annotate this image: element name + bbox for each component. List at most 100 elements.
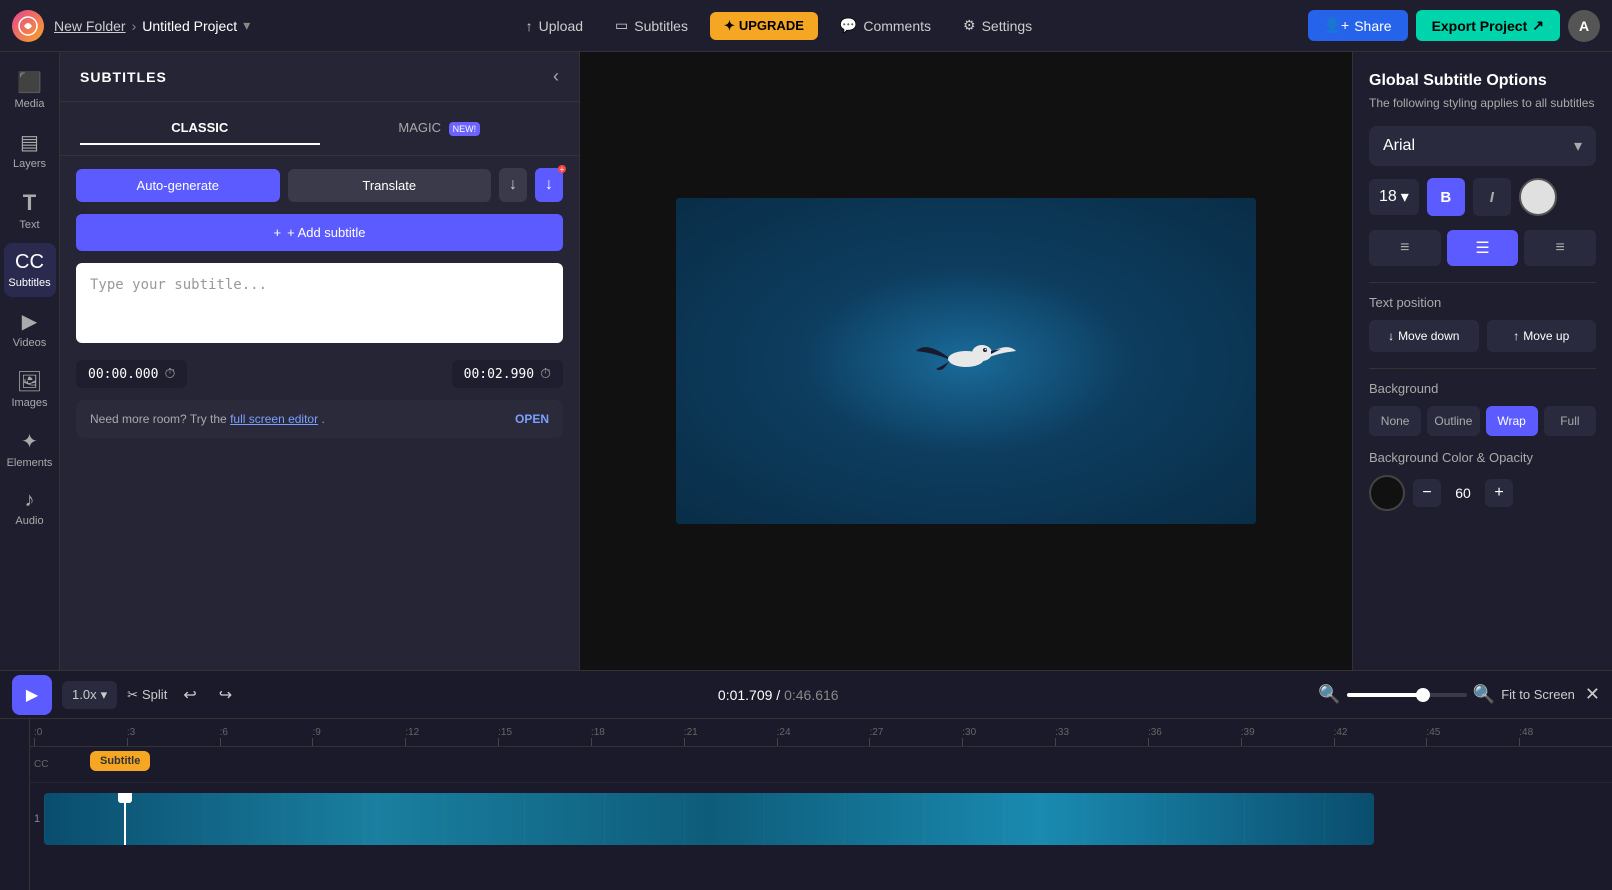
ruler-mark-12: :36 <box>1148 727 1241 746</box>
timeline-ruler: :0 :3 :6 :9 :12 :15 :18 <box>30 719 1612 747</box>
bg-color-swatch[interactable] <box>1369 475 1405 511</box>
start-time-badge[interactable]: 00:00.000 ⏱ <box>76 360 187 388</box>
bg-wrap-button[interactable]: Wrap <box>1486 406 1538 436</box>
playhead[interactable] <box>124 793 126 845</box>
folder-link[interactable]: New Folder <box>54 18 126 34</box>
audio-icon: ♪ <box>25 489 35 512</box>
time-display: 0:01.709 / 0:46.616 <box>248 687 1308 703</box>
sidebar-label-layers: Layers <box>13 158 46 170</box>
settings-icon: ⚙ <box>963 17 976 34</box>
open-fullscreen-button[interactable]: OPEN <box>515 412 549 426</box>
sidebar-item-text[interactable]: T Text <box>4 182 56 239</box>
bg-none-button[interactable]: None <box>1369 406 1421 436</box>
sidebar-item-images[interactable]: 🖼 Images <box>4 361 56 417</box>
export-button[interactable]: Export Project ↗ <box>1416 10 1560 41</box>
subtitle-chip[interactable]: Subtitle <box>90 751 150 771</box>
export-label: Export Project <box>1432 18 1528 34</box>
text-color-picker[interactable] <box>1519 178 1557 216</box>
comments-button[interactable]: 💬 Comments <box>830 11 941 40</box>
zoom-in-button[interactable]: 🔍 <box>1473 684 1495 705</box>
sidebar-item-layers[interactable]: ▤ Layers <box>4 122 56 178</box>
align-row: ≡ ☰ ≡ <box>1369 230 1596 266</box>
opacity-decrease-button[interactable]: − <box>1413 479 1441 507</box>
timeline-track-area: :0 :3 :6 :9 :12 :15 :18 <box>0 719 1612 890</box>
ruler-mark-13: :39 <box>1241 727 1334 746</box>
subtitle-chip-wrapper: Subtitle <box>90 751 150 771</box>
redo-button[interactable]: ↪ <box>213 681 238 709</box>
breadcrumb: New Folder › Untitled Project ▾ <box>54 17 250 34</box>
ruler-mark-16: :48 <box>1519 727 1612 746</box>
import-subtitle-button[interactable]: ↓ + <box>535 168 563 202</box>
topbar-center: ↑ Upload ▭ Subtitles ✦ UPGRADE 💬 Comment… <box>260 11 1297 40</box>
close-timeline-button[interactable]: ✕ <box>1585 684 1600 705</box>
bg-color-row: − 60 + <box>1369 475 1596 511</box>
upgrade-star-icon: ✦ <box>724 18 735 34</box>
speed-button[interactable]: 1.0x ▾ <box>62 681 117 709</box>
rp-title: Global Subtitle Options <box>1369 72 1596 90</box>
font-selector[interactable]: Arial ▾ <box>1369 126 1596 166</box>
zoom-slider-thumb[interactable] <box>1416 688 1430 702</box>
font-size-value: 18 <box>1379 188 1397 206</box>
italic-button[interactable]: I <box>1473 178 1511 216</box>
align-right-button[interactable]: ≡ <box>1524 230 1596 266</box>
download-subtitle-button[interactable]: ↓ <box>499 168 527 202</box>
move-down-button[interactable]: ↓ Move down <box>1369 320 1479 352</box>
opacity-increase-button[interactable]: + <box>1485 479 1513 507</box>
images-icon: 🖼 <box>17 369 42 394</box>
split-button[interactable]: ✂ Split <box>127 687 167 703</box>
upgrade-button[interactable]: ✦ UPGRADE <box>710 12 818 40</box>
sidebar-item-audio[interactable]: ♪ Audio <box>4 481 56 535</box>
panel-close-button[interactable]: ‹ <box>553 66 559 87</box>
fullscreen-hint: Need more room? Try the full screen edit… <box>76 400 563 438</box>
comments-icon: 💬 <box>840 17 857 34</box>
ruler-mark-5: :15 <box>498 727 591 746</box>
align-left-button[interactable]: ≡ <box>1369 230 1441 266</box>
upload-button[interactable]: ↑ Upload <box>516 12 593 40</box>
subtitles-button[interactable]: ▭ Subtitles <box>605 11 698 40</box>
opacity-value: 60 <box>1449 485 1477 501</box>
sidebar-item-subtitles[interactable]: CC Subtitles <box>4 243 56 297</box>
fullscreen-editor-link[interactable]: full screen editor <box>230 412 318 426</box>
move-up-button[interactable]: ↑ Move up <box>1487 320 1597 352</box>
fit-to-screen-button[interactable]: Fit to Screen <box>1501 687 1575 702</box>
ruler-mark-2: :6 <box>220 727 313 746</box>
ruler-mark-6: :18 <box>591 727 684 746</box>
bird-svg <box>906 321 1026 401</box>
zoom-slider[interactable] <box>1347 693 1467 697</box>
sidebar-item-media[interactable]: ⬛ Media <box>4 62 56 118</box>
upload-label: Upload <box>539 18 583 34</box>
sidebar-label-audio: Audio <box>15 515 43 527</box>
download-icon: ↓ <box>509 176 517 193</box>
sidebar-item-elements[interactable]: ✦ Elements <box>4 421 56 477</box>
current-time: 0:01.709 <box>718 687 773 703</box>
end-time-badge[interactable]: 00:02.990 ⏱ <box>452 360 563 388</box>
share-button[interactable]: 👤+ Share <box>1308 10 1408 41</box>
video-filmstrip[interactable] <box>44 793 1374 845</box>
font-size-selector[interactable]: 18 ▾ <box>1369 179 1419 215</box>
add-subtitle-button[interactable]: + + Add subtitle <box>76 214 563 251</box>
undo-button[interactable]: ↩ <box>177 681 202 709</box>
zoom-out-button[interactable]: 🔍 <box>1318 684 1340 705</box>
translate-button[interactable]: Translate <box>288 169 492 202</box>
split-icon: ✂ <box>127 687 138 703</box>
tab-classic[interactable]: CLASSIC <box>80 112 320 145</box>
play-button[interactable]: ▶ <box>12 675 52 715</box>
subtitles-sidebar-icon: CC <box>15 251 44 274</box>
add-subtitle-label: + Add subtitle <box>287 225 365 240</box>
bold-button[interactable]: B <box>1427 178 1465 216</box>
align-center-button[interactable]: ☰ <box>1447 230 1519 266</box>
dropdown-chevron-icon[interactable]: ▾ <box>243 17 250 34</box>
subtitle-textarea[interactable] <box>76 263 563 343</box>
sidebar-item-videos[interactable]: ▶ Videos <box>4 301 56 357</box>
settings-button[interactable]: ⚙ Settings <box>953 11 1042 40</box>
cc-track-icon: CC <box>34 759 48 770</box>
ruler-mark-items: :0 :3 :6 :9 :12 :15 :18 <box>34 727 1612 746</box>
timeline-controls: ▶ 1.0x ▾ ✂ Split ↩ ↪ 0:01.709 / 0:46.616… <box>0 671 1612 719</box>
bg-options-row: None Outline Wrap Full <box>1369 406 1596 436</box>
bg-full-button[interactable]: Full <box>1544 406 1596 436</box>
auto-generate-button[interactable]: Auto-generate <box>76 169 280 202</box>
track-number: 1 <box>34 813 40 825</box>
avatar[interactable]: A <box>1568 10 1600 42</box>
bg-outline-button[interactable]: Outline <box>1427 406 1479 436</box>
tab-magic[interactable]: MAGIC NEW! <box>320 112 560 145</box>
